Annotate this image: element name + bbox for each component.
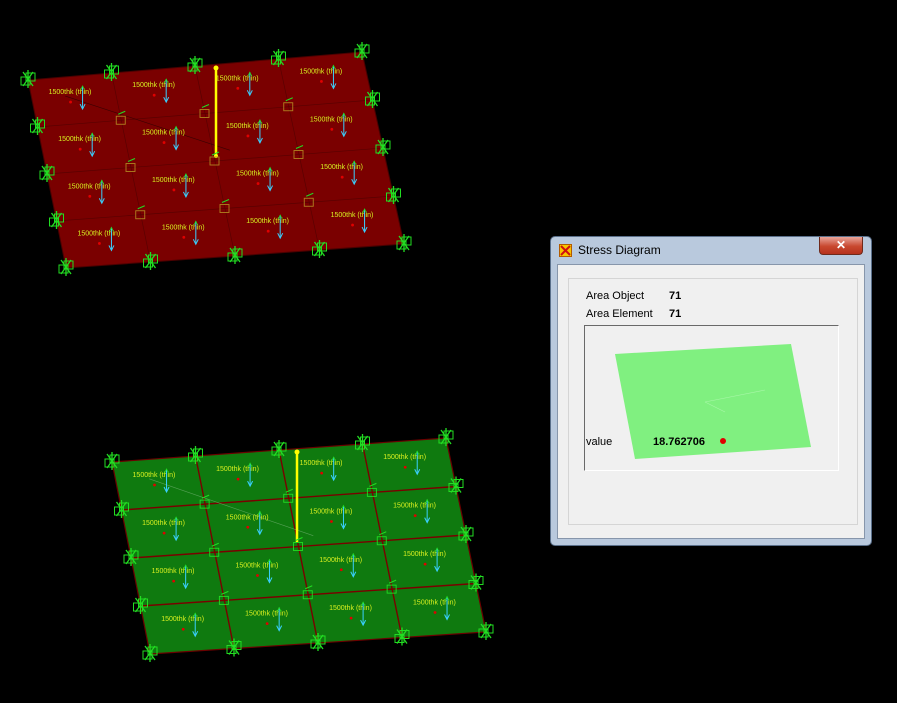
node-dot [246, 134, 250, 138]
section-label: 1500thk (thin) [49, 89, 92, 96]
node-dot [423, 562, 427, 566]
node-dot [339, 568, 343, 572]
node-dot [265, 622, 269, 626]
stress-info-group: Area Object 71 Area Element 71 value 18.… [568, 278, 858, 525]
element-shape [615, 344, 811, 459]
section-label: 1500thk (thin) [152, 177, 195, 184]
area-object-label: Area Object [586, 290, 645, 302]
node-dot [162, 141, 166, 144]
area-object-value: 71 [669, 290, 682, 302]
node-dot [162, 531, 166, 535]
section-label: 1500thk (thin) [393, 503, 436, 510]
node-dot [172, 188, 176, 192]
node-dot [340, 175, 344, 179]
node-dot [152, 93, 156, 97]
element-preview [584, 325, 839, 471]
section-label: 1500thk (thin) [68, 183, 111, 190]
stress-diagram-dialog: Stress Diagram ✕ Area Object 71 Area Ele… [550, 236, 872, 546]
node-dot [403, 465, 407, 469]
node-dot [266, 229, 270, 233]
section-label: 1500thk (thin) [216, 466, 259, 473]
node-dot [320, 471, 324, 475]
node-dot [236, 477, 240, 481]
section-label: 1500thk (thin) [226, 123, 269, 130]
stress-value: 18.762706 [653, 436, 705, 448]
stress-point [720, 438, 726, 444]
dialog-titlebar[interactable]: Stress Diagram ✕ [551, 237, 871, 263]
section-label: 1500thk (thin) [246, 218, 289, 225]
node-dot [78, 147, 82, 151]
section-label: 1500thk (thin) [403, 551, 446, 558]
section-label: 1500thk (thin) [413, 600, 456, 607]
section-label: 1500thk (thin) [235, 562, 278, 569]
section-label: 1500thk (thin) [226, 514, 269, 521]
section-label: 1500thk (thin) [161, 616, 204, 623]
section-label: 1500thk (thin) [299, 68, 342, 75]
section-label: 1500thk (thin) [383, 454, 426, 461]
node-dot [236, 86, 240, 90]
node-dot [246, 525, 250, 529]
section-label: 1500thk (thin) [133, 472, 176, 479]
value-label: value [586, 436, 613, 448]
section-label: 1500thk (thin) [310, 116, 353, 123]
dialog-title: Stress Diagram [578, 243, 661, 257]
element-preview-canvas [615, 344, 811, 459]
area-element-label: Area Element [586, 308, 653, 320]
node-dot [330, 127, 334, 131]
bottom-selected-node [294, 449, 300, 455]
app-icon [559, 244, 572, 257]
section-label: 1500thk (thin) [58, 136, 101, 143]
section-label: 1500thk (thin) [162, 224, 205, 231]
section-label: 1500thk (thin) [300, 460, 343, 467]
node-dot [256, 182, 260, 185]
section-label: 1500thk (thin) [320, 164, 363, 171]
dialog-client-area: Area Object 71 Area Element 71 value 18.… [557, 264, 865, 539]
node-dot [153, 483, 156, 487]
section-label: 1500thk (thin) [329, 605, 372, 612]
node-dot [413, 514, 417, 518]
section-label: 1500thk (thin) [216, 75, 259, 82]
node-dot [433, 611, 437, 614]
node-dot [349, 616, 353, 620]
node-dot [330, 520, 333, 523]
area-element-value: 71 [669, 308, 682, 320]
node-dot [88, 194, 92, 198]
section-label: 1500thk (thin) [309, 508, 352, 515]
section-label: 1500thk (thin) [77, 230, 120, 237]
node-dot [256, 574, 259, 577]
section-label: 1500thk (thin) [245, 611, 288, 618]
close-icon: ✕ [835, 238, 847, 252]
section-label: 1500thk (thin) [142, 130, 185, 137]
section-label: 1500thk (thin) [132, 82, 175, 89]
close-button[interactable]: ✕ [819, 237, 863, 255]
node-dot [351, 223, 354, 227]
section-label: 1500thk (thin) [152, 568, 195, 575]
section-label: 1500thk (thin) [236, 171, 279, 178]
node-dot [320, 80, 323, 83]
node-dot [181, 627, 185, 631]
section-label: 1500thk (thin) [331, 212, 374, 219]
section-label: 1500thk (thin) [142, 520, 185, 527]
top-selected-node [213, 65, 219, 71]
section-label: 1500thk (thin) [319, 557, 362, 564]
node-dot [98, 242, 101, 245]
node-dot [172, 579, 176, 583]
node-dot [69, 100, 72, 104]
node-dot [182, 235, 186, 239]
